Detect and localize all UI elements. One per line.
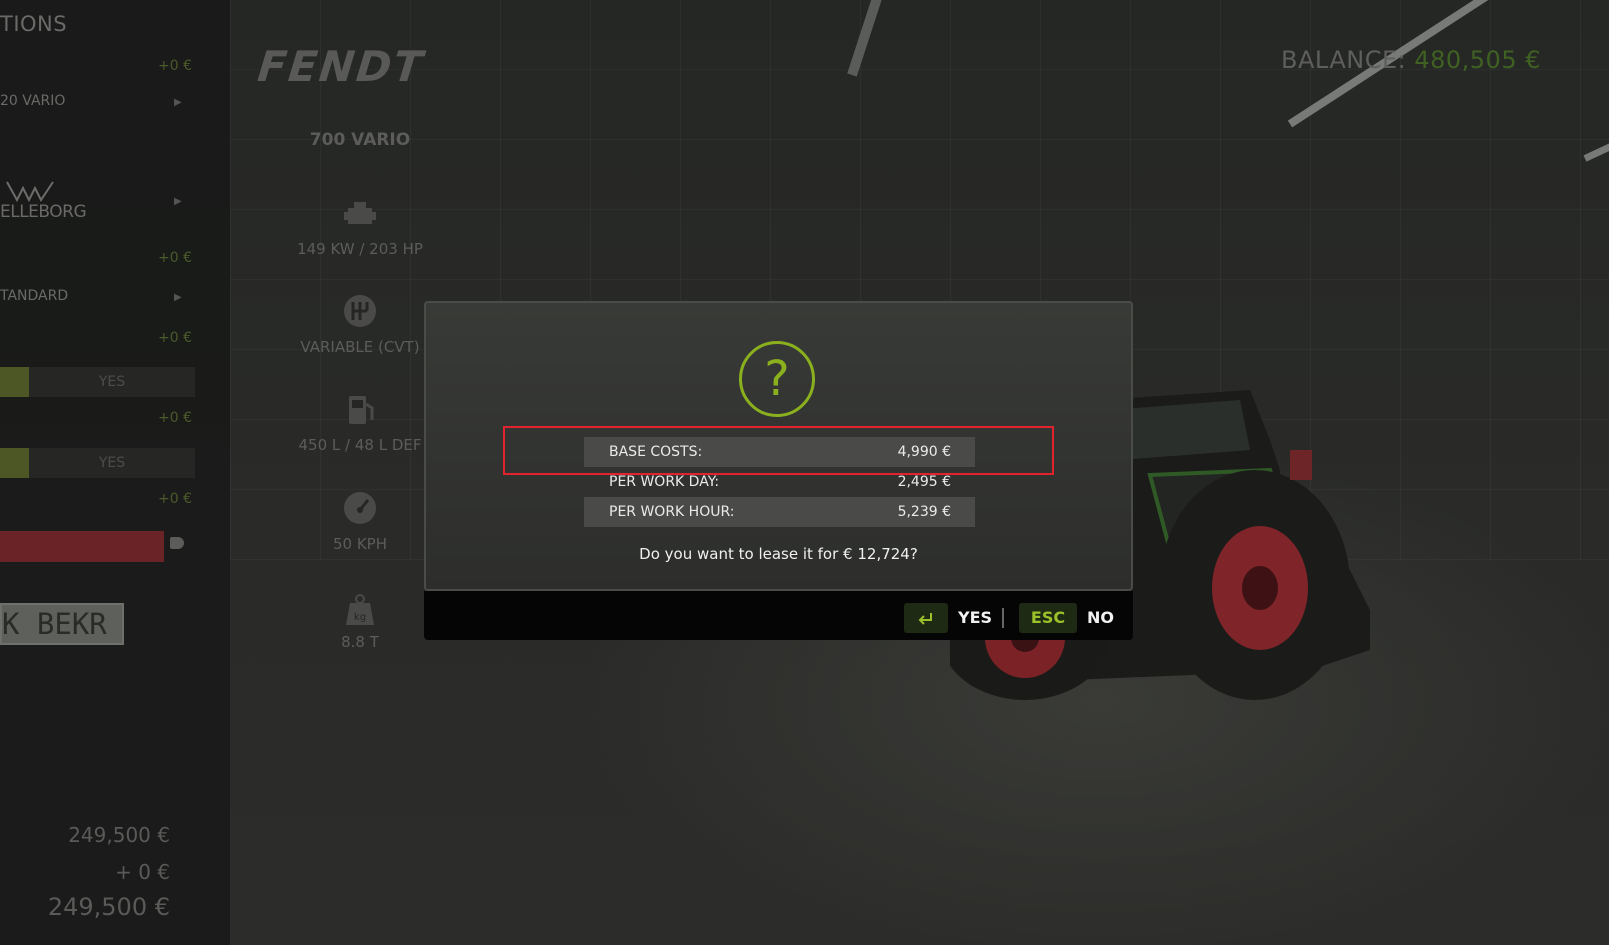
fuel-icon (349, 396, 374, 424)
model-name: 700 VARIO (309, 130, 411, 150)
tag-icon[interactable] (170, 537, 184, 549)
cost-value: 5,239 € (897, 504, 951, 520)
balance-label: BALANCE: (1281, 46, 1407, 74)
esc-key[interactable]: ESC (1019, 603, 1077, 633)
spec-power: 149 KW / 203 HP (297, 240, 423, 258)
highlight-box (503, 426, 1054, 475)
option-model[interactable]: 20 VARIO (0, 93, 65, 109)
separator (1002, 608, 1004, 628)
yes-key[interactable] (904, 603, 948, 633)
yes-button[interactable]: YES (958, 603, 992, 633)
total-price: 249,500 € (47, 893, 170, 921)
options-title: TIONS (0, 12, 68, 36)
cost-label: PER WORK HOUR: (609, 504, 735, 520)
speedometer-icon (344, 492, 376, 524)
extra-price: + 0 € (115, 860, 170, 884)
chevron-right-icon[interactable]: ▶ (174, 196, 182, 207)
svg-text:kg: kg (354, 612, 366, 623)
brand-logo: FENDT (255, 42, 427, 91)
chevron-right-icon[interactable]: ▶ (174, 97, 182, 108)
dialog-button-bar: YES ESC NO (424, 591, 1133, 640)
weight-icon: kg (346, 594, 374, 625)
option-price: +0 € (158, 491, 192, 507)
toggle-option[interactable]: YES (29, 367, 195, 397)
question-icon: ? (739, 341, 815, 417)
lease-dialog: ? BASE COSTS: 4,990 € PER WORK DAY: 2,49… (424, 301, 1133, 591)
balance: BALANCE: 480,505 € (1281, 46, 1541, 74)
color-swatch[interactable] (0, 531, 164, 562)
toggle-option[interactable]: YES (29, 448, 195, 478)
balance-value: 480,505 € (1414, 46, 1541, 74)
option-price: +0 € (158, 58, 192, 74)
trelleborg-logo (6, 181, 54, 202)
option-config[interactable]: TANDARD (0, 288, 68, 304)
cost-row-hour: PER WORK HOUR: 5,239 € (584, 497, 975, 527)
license-plate[interactable]: K BEKR (0, 603, 124, 645)
toggle-indicator[interactable] (0, 367, 29, 397)
toggle-indicator[interactable] (0, 448, 29, 478)
option-price: +0 € (158, 330, 192, 346)
lease-question: Do you want to lease it for € 12,724? (639, 545, 918, 563)
engine-icon (344, 202, 376, 224)
base-price: 249,500 € (68, 823, 170, 847)
chevron-right-icon[interactable]: ▶ (174, 292, 182, 303)
option-price: +0 € (158, 250, 192, 266)
gearbox-icon (344, 295, 376, 327)
option-tires[interactable]: ELLEBORG (0, 202, 87, 222)
no-button[interactable]: NO (1087, 603, 1114, 633)
option-price: +0 € (158, 410, 192, 426)
game-scene: TIONS +0 € 20 VARIO ▶ ELLEBORG ▶ +0 € TA… (0, 0, 1609, 945)
options-panel: TIONS +0 € 20 VARIO ▶ ELLEBORG ▶ +0 € TA… (0, 0, 230, 945)
enter-icon (918, 612, 932, 625)
